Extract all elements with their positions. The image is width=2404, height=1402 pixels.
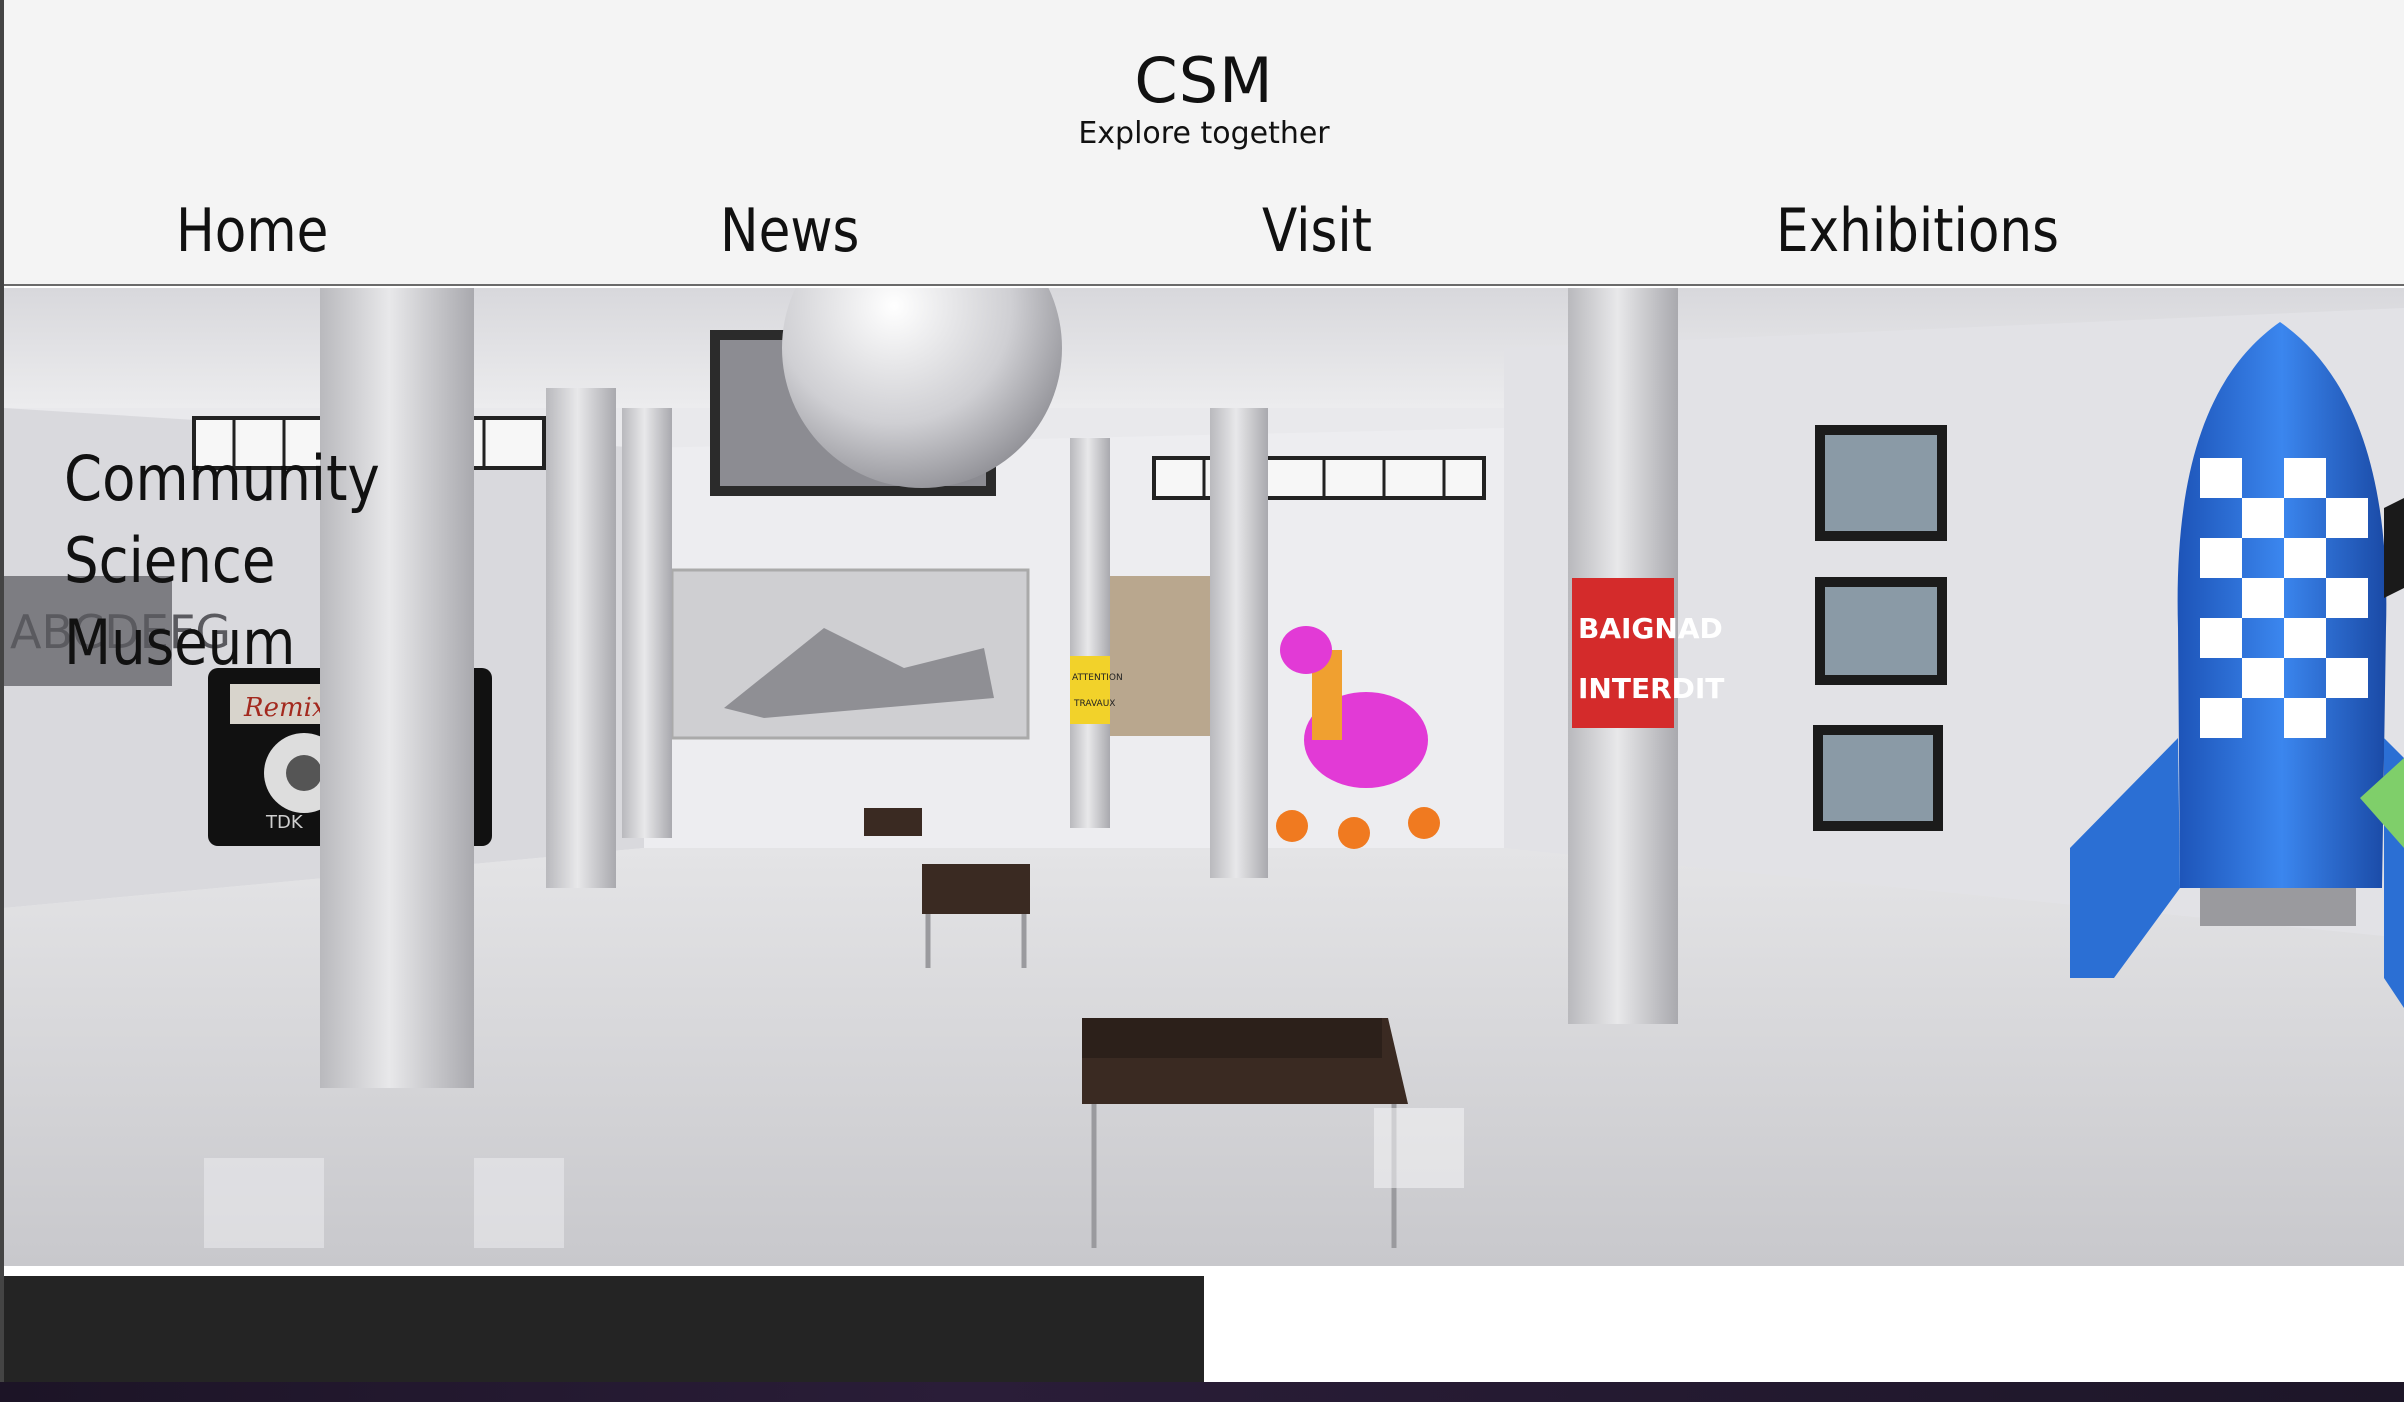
svg-text:ATTENTION: ATTENTION [1072, 673, 1123, 683]
pillar [320, 288, 474, 1088]
hero-banner: Remix TDK ABCDEFG ATTENTION TRAVAUX BAIG… [4, 288, 2404, 1266]
svg-text:TRAVAUX: TRAVAUX [1073, 699, 1115, 709]
svg-text:TDK: TDK [265, 812, 304, 833]
site-title[interactable]: CSM [4, 44, 2404, 117]
hero-caption-line: Science [64, 524, 276, 597]
os-dock-strip [0, 1382, 2404, 1402]
pillar [1070, 438, 1110, 828]
nav-home-link[interactable]: Home [176, 196, 328, 266]
svg-text:Remix: Remix [243, 693, 327, 723]
nav-visit-link[interactable]: Visit [1262, 196, 1372, 266]
site-tagline: Explore together [1078, 116, 1330, 151]
dark-footer-panel [4, 1276, 1204, 1382]
hero-caption: Community Science Museum [64, 438, 381, 684]
svg-text:BAIGNAD: BAIGNAD [1578, 612, 1723, 645]
pillar [546, 388, 616, 888]
pillar [1210, 408, 1268, 878]
hero-caption-line: Museum [64, 606, 296, 679]
hero-caption-line: Community [64, 442, 380, 515]
site-header: CSM Explore together Home News Visit Exh… [4, 0, 2404, 286]
nav-exhibitions-link[interactable]: Exhibitions [1776, 196, 2059, 266]
no-swimming-sign [1572, 578, 1674, 728]
nav-news-link[interactable]: News [720, 196, 859, 266]
footer-blank-area [1204, 1276, 2404, 1382]
museum-hall-illustration: Remix TDK ABCDEFG ATTENTION TRAVAUX BAIG… [4, 288, 2404, 1266]
landscape-painting [1110, 576, 1212, 736]
caution-sign [1070, 656, 1110, 724]
pillar [622, 408, 672, 838]
svg-text:INTERDIT: INTERDIT [1578, 672, 1724, 705]
framed-pictures [1813, 425, 1947, 831]
